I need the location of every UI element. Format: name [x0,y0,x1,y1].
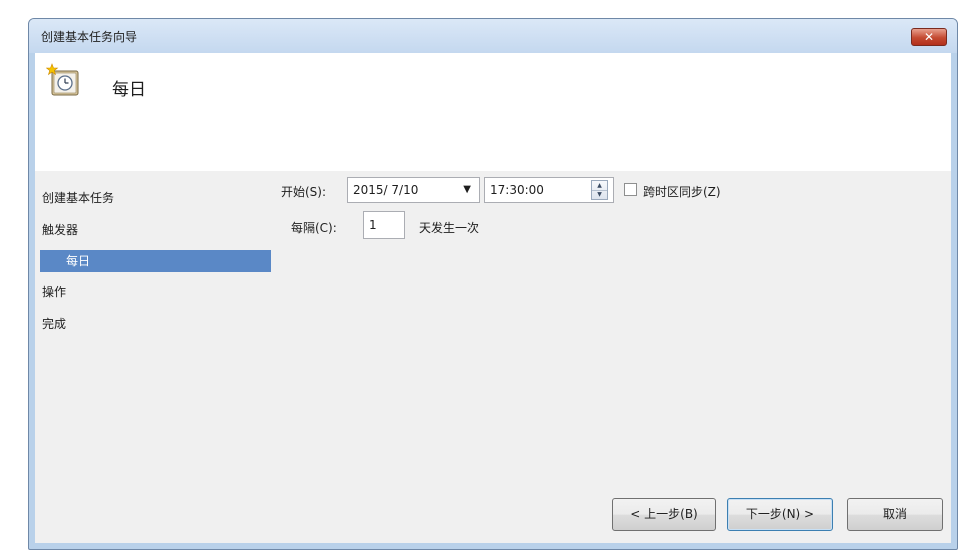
wizard-header: 每日 [35,53,951,171]
clock-calendar-icon [46,63,79,96]
start-date-value: 2015/ 7/10 [353,183,419,197]
cancel-button[interactable]: 取消 [847,498,943,531]
next-button[interactable]: 下一步(N) > [727,498,833,531]
window-title: 创建基本任务向导 [41,30,138,44]
step-daily-selected[interactable]: 每日 [40,250,271,272]
step-action[interactable]: 操作 [42,281,270,303]
title-bar[interactable]: 创建基本任务向导 ✕ [29,19,957,53]
page-title: 每日 [112,80,146,100]
interval-suffix: 天发生一次 [419,221,480,235]
back-button[interactable]: < 上一步(B) [612,498,716,531]
start-label: 开始(S): [281,185,327,199]
step-create-basic-task[interactable]: 创建基本任务 [42,187,270,209]
step-trigger[interactable]: 触发器 [42,219,270,241]
close-icon: ✕ [923,30,935,44]
close-button[interactable]: ✕ [911,28,947,46]
chevron-down-icon[interactable]: ▼ [463,184,471,195]
sync-timezone-label[interactable]: 跨时区同步(Z) [643,183,721,200]
interval-input[interactable]: 1 [363,211,405,239]
interval-value: 1 [369,218,377,232]
sync-timezone-checkbox[interactable] [624,183,637,196]
client-area: 每日 创建基本任务 触发器 每日 操作 完成 [35,53,951,543]
start-date-picker[interactable]: 2015/ 7/10 ▼ [347,177,480,203]
interval-label: 每隔(C): [291,221,337,235]
step-finish[interactable]: 完成 [42,313,270,335]
wizard-window: 创建基本任务向导 ✕ 每日 创建基本任务 触发器 每日 操作 完成 开始(S):… [28,18,958,550]
spin-down-icon[interactable]: ▼ [592,190,607,199]
start-time-value: 17:30:00 [490,183,544,197]
time-spinner[interactable]: ▲ ▼ [591,180,608,200]
